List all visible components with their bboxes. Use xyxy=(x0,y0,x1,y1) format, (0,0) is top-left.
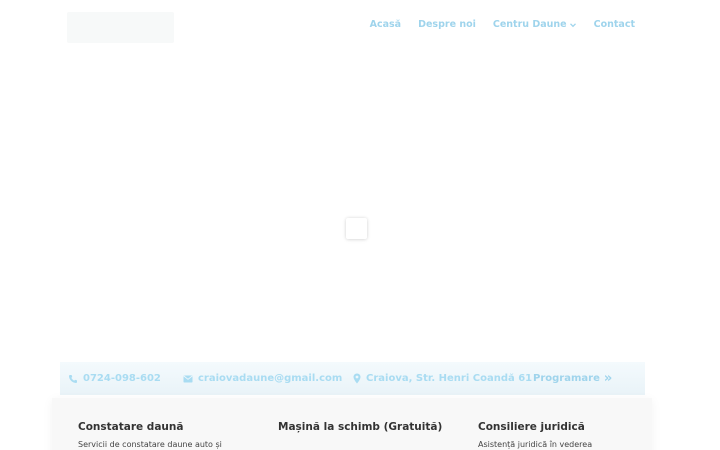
chevron-down-icon xyxy=(569,22,576,27)
service-card: Mașină la schimb (Gratuită) xyxy=(278,421,448,433)
contact-phone[interactable]: 0724-098-602 xyxy=(68,362,161,395)
double-chevron-right-icon: » xyxy=(603,371,613,386)
contact-bar: 0724-098-602 craiovadaune@gmail.com Crai… xyxy=(60,362,645,395)
contact-email-text: craiovadaune@gmail.com xyxy=(198,373,343,384)
nav-item-contact[interactable]: Contact xyxy=(594,19,635,30)
service-card: Constatare daună Servicii de constatare … xyxy=(78,421,248,450)
service-description: Asistență juridică în vederea xyxy=(478,440,593,449)
contact-phone-text: 0724-098-602 xyxy=(83,373,161,384)
map-pin-icon xyxy=(353,373,361,384)
nav-item-despre-noi[interactable]: Despre noi xyxy=(418,19,476,30)
nav-item-centru-daune[interactable]: Centru Daune xyxy=(493,19,577,30)
main-nav: Acasă Despre noi Centru Daune Contact xyxy=(353,19,635,30)
services-section: Constatare daună Servicii de constatare … xyxy=(52,398,652,450)
service-title[interactable]: Mașină la schimb (Gratuită) xyxy=(278,421,448,433)
service-title[interactable]: Constatare daună xyxy=(78,421,248,433)
service-title[interactable]: Consiliere juridică xyxy=(478,421,648,433)
envelope-icon xyxy=(183,375,193,382)
contact-address[interactable]: Craiova, Str. Henri Coandă 61 xyxy=(353,362,532,395)
service-card: Consiliere juridică Asistență juridică î… xyxy=(478,421,648,450)
programare-label: Programare xyxy=(533,373,600,384)
site-logo[interactable] xyxy=(67,12,174,43)
phone-icon xyxy=(69,374,77,383)
contact-email[interactable]: craiovadaune@gmail.com xyxy=(183,362,342,395)
service-description: Servicii de constatare daune auto și xyxy=(78,440,222,449)
contact-address-text: Craiova, Str. Henri Coandă 61 xyxy=(366,373,533,384)
page-loader xyxy=(346,218,367,239)
nav-item-centru-daune-label: Centru Daune xyxy=(492,19,567,30)
programare-button[interactable]: Programare » xyxy=(533,362,612,395)
nav-item-acasa[interactable]: Acasă xyxy=(370,19,401,30)
